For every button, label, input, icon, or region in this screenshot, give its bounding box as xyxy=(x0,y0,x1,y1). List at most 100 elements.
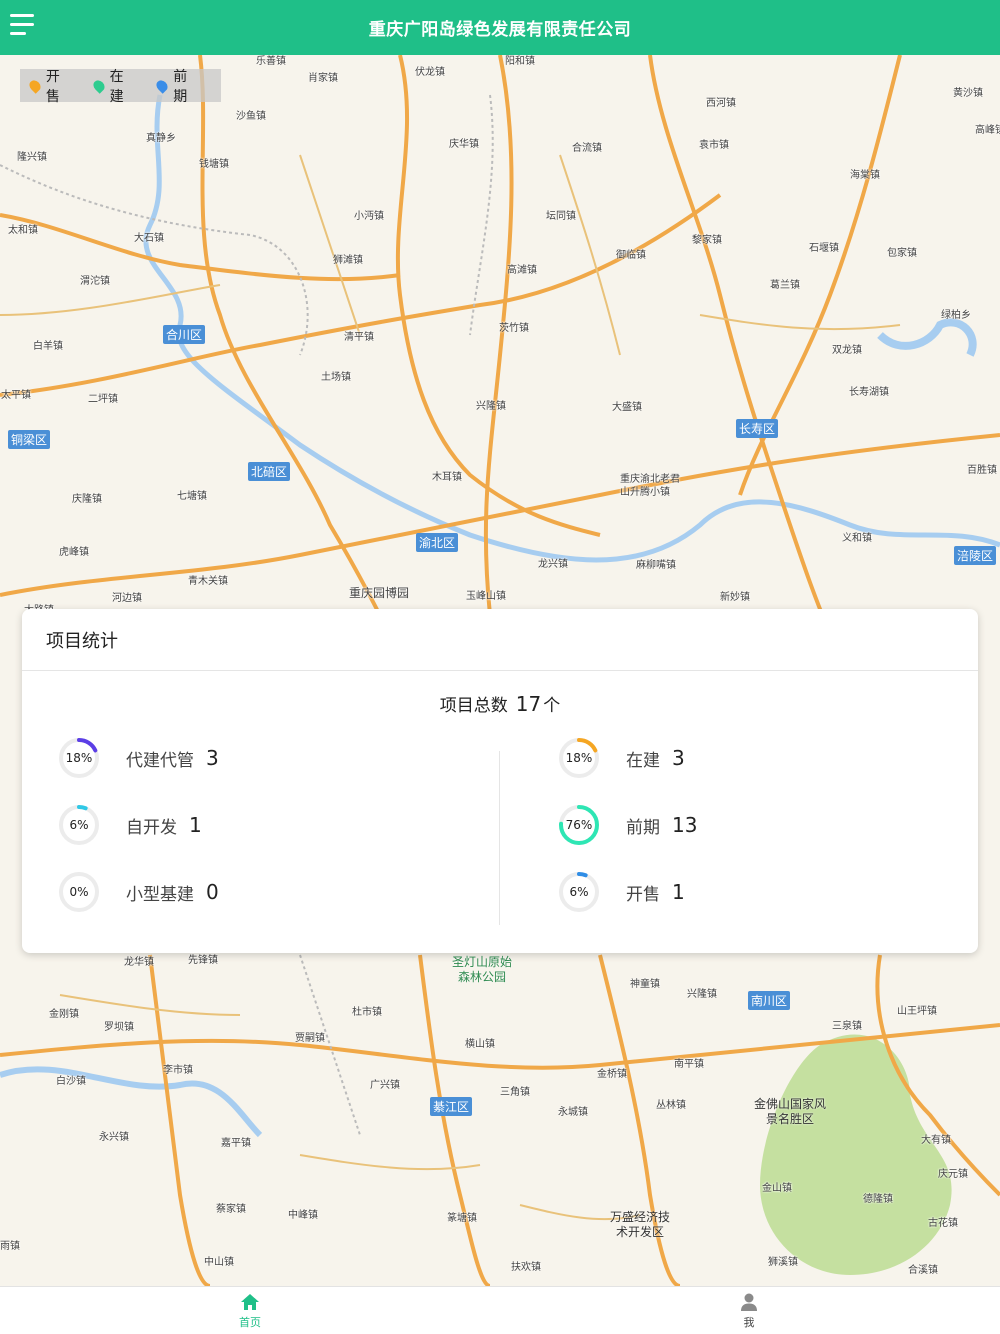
map-place: 袁市镇 xyxy=(699,140,729,151)
map-place: 白沙镇 xyxy=(56,1076,86,1087)
map-place: 河边镇 xyxy=(112,593,142,604)
map-place: 先锋镇 xyxy=(188,955,218,966)
map-place: 葛兰镇 xyxy=(770,280,800,291)
map-place: 兴隆镇 xyxy=(476,401,506,412)
map-poi: 金佛山国家风景名胜区 xyxy=(754,1097,827,1126)
location-pin-icon xyxy=(154,77,171,94)
map-district: 铜梁区 xyxy=(8,430,51,449)
stat-item[interactable]: 6% 自开发 1 xyxy=(58,804,202,846)
map-place: 高滩镇 xyxy=(507,265,537,276)
map-place: 麻柳嘴镇 xyxy=(636,560,676,571)
map-place: 渭沱镇 xyxy=(80,276,110,287)
map-place: 真静乡 xyxy=(146,133,176,144)
menu-icon[interactable] xyxy=(10,14,38,40)
map-place: 土场镇 xyxy=(321,372,351,383)
map-place: 庆元镇 xyxy=(938,1169,968,1180)
map-place: 横山镇 xyxy=(465,1039,495,1050)
map-place: 大石镇 xyxy=(134,233,164,244)
map-place: 丛林镇 xyxy=(656,1100,686,1111)
map-place: 伏龙镇 xyxy=(415,67,445,78)
ring-percent: 6% xyxy=(69,818,89,832)
map-district: 南川区 xyxy=(748,991,791,1010)
map-place: 青木关镇 xyxy=(188,576,228,587)
map-place: 神童镇 xyxy=(630,979,660,990)
map-place: 太和镇 xyxy=(8,225,38,236)
map-place: 中峰镇 xyxy=(288,1210,318,1221)
tab-me[interactable]: 我 xyxy=(719,1291,779,1330)
map-place: 小沔镇 xyxy=(354,211,384,222)
map-place: 海棠镇 xyxy=(850,170,880,181)
project-total: 项目总数 17 个 xyxy=(22,691,978,716)
stat-item[interactable]: 0% 小型基建 0 xyxy=(58,871,219,913)
map-place: 玉峰山镇 xyxy=(466,591,506,602)
map-place: 百胜镇 xyxy=(967,465,997,476)
map-place: 重庆渝北老君山升腾小镇 xyxy=(620,474,680,498)
map-place: 茨竹镇 xyxy=(499,323,529,334)
map-place: 虎峰镇 xyxy=(59,547,89,558)
stat-label: 小型基建 xyxy=(126,884,194,905)
home-icon xyxy=(220,1291,280,1313)
map-place: 坛同镇 xyxy=(546,211,576,222)
total-label: 项目总数 xyxy=(439,696,508,716)
location-pin-icon xyxy=(27,77,43,94)
map-place: 永兴镇 xyxy=(99,1132,129,1143)
map-district: 长寿区 xyxy=(736,419,779,438)
map-place: 长寿湖镇 xyxy=(849,387,889,398)
user-icon xyxy=(719,1291,779,1313)
map-place: 绿柏乡 xyxy=(941,310,971,321)
map-place: 龙兴镇 xyxy=(538,559,568,570)
map-place: 庆隆镇 xyxy=(72,494,102,505)
map-place: 七塘镇 xyxy=(177,491,207,502)
map-place: 双龙镇 xyxy=(832,345,862,356)
column-divider xyxy=(499,751,500,925)
legend-item-on-sale[interactable]: 开售 xyxy=(27,66,74,106)
map-place: 嘉平镇 xyxy=(221,1138,251,1149)
map-place: 二坪镇 xyxy=(88,394,118,405)
stat-item[interactable]: 76% 前期 13 xyxy=(558,804,697,846)
map-place: 永城镇 xyxy=(558,1107,588,1118)
map-place: 庆华镇 xyxy=(449,139,479,150)
stat-item[interactable]: 6% 开售 1 xyxy=(558,871,685,913)
map-place: 狮滩镇 xyxy=(333,255,363,266)
tab-label: 首页 xyxy=(239,1316,261,1329)
location-pin-icon xyxy=(90,77,107,94)
map-place: 重庆园博园 xyxy=(349,586,410,600)
map-place: 高峰镇 xyxy=(975,125,1000,136)
map-place: 隆兴镇 xyxy=(17,152,47,163)
stat-value: 1 xyxy=(672,880,685,904)
total-unit: 个 xyxy=(543,696,561,716)
map-place: 新妙镇 xyxy=(720,592,750,603)
tab-home[interactable]: 首页 xyxy=(220,1291,280,1330)
map-district: 綦江区 xyxy=(430,1097,473,1116)
stat-label: 前期 xyxy=(626,817,660,838)
map-place: 肖家镇 xyxy=(308,73,338,84)
map-place: 龙华镇 xyxy=(124,957,154,968)
stat-value: 13 xyxy=(672,813,698,837)
map-place: 狮溪镇 xyxy=(768,1257,798,1268)
map-place: 广兴镇 xyxy=(370,1080,400,1091)
bottom-tab-bar: 首页 我 xyxy=(0,1286,1000,1334)
stat-label: 自开发 xyxy=(126,817,177,838)
map-place: 合溪镇 xyxy=(908,1265,938,1276)
ring-percent: 18% xyxy=(65,751,93,765)
stat-item[interactable]: 18% 代建代管 3 xyxy=(58,737,219,779)
map-district: 合川区 xyxy=(163,325,206,344)
map-place: 黄沙镇 xyxy=(953,88,983,99)
legend-item-under-construction[interactable]: 在建 xyxy=(90,66,138,106)
map-place: 兴隆镇 xyxy=(687,989,717,1000)
map-place: 沙鱼镇 xyxy=(236,111,266,122)
map-place: 大有镇 xyxy=(921,1135,951,1146)
legend-item-preliminary[interactable]: 前期 xyxy=(154,66,201,106)
stat-item[interactable]: 18% 在建 3 xyxy=(558,737,685,779)
ring-percent: 76% xyxy=(565,818,593,832)
map-place: 义和镇 xyxy=(842,533,872,544)
card-header: 项目统计 xyxy=(22,609,978,671)
stat-value: 0 xyxy=(206,880,219,904)
map-place: 金山镇 xyxy=(762,1183,792,1194)
app-header: 重庆广阳岛绿色发展有限责任公司 xyxy=(0,0,1000,55)
map-place: 杜市镇 xyxy=(352,1007,382,1018)
map-place: 古花镇 xyxy=(928,1218,958,1229)
map-place: 金桥镇 xyxy=(597,1069,627,1080)
progress-ring: 0% xyxy=(58,871,100,913)
stat-label: 在建 xyxy=(626,750,660,771)
